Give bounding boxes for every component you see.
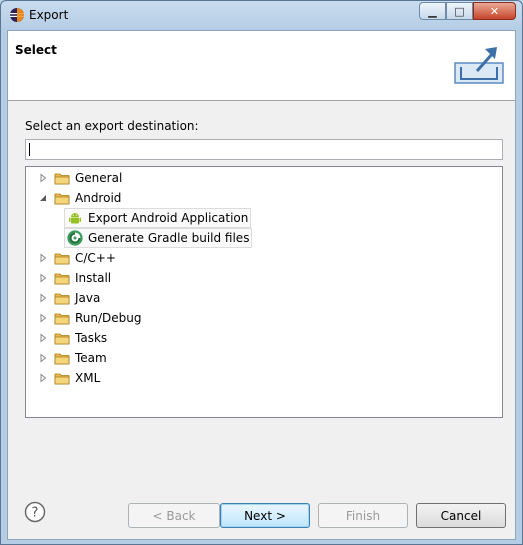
minimize-button[interactable]: ▁ (419, 2, 446, 20)
minimize-icon: ▁ (428, 4, 437, 18)
tree-item-android[interactable]: Android (38, 188, 121, 208)
destination-tree[interactable]: General Android Export Android Application… (25, 166, 503, 418)
title-bar[interactable]: Export ▁ □ ✕ (1, 1, 522, 30)
help-icon: ? (32, 506, 39, 521)
export-destination-label: Select an export destination: (25, 119, 199, 133)
back-button[interactable]: < Back (128, 503, 220, 528)
tree-leaf-export-android-application[interactable]: Export Android Application (64, 208, 252, 228)
collapsed-arrow-icon[interactable] (38, 333, 48, 343)
tree-item-label: General (75, 171, 123, 185)
tree-item-label: Tasks (75, 331, 108, 345)
export-dialog: Export ▁ □ ✕ Select Select an export des… (0, 0, 523, 545)
collapsed-arrow-icon[interactable] (38, 353, 48, 363)
tree-item-java[interactable]: Java (38, 288, 100, 308)
tree-item-label: C/C++ (75, 251, 116, 265)
folder-icon (54, 353, 70, 365)
collapsed-arrow-icon[interactable] (38, 173, 48, 183)
tree-item-tasks[interactable]: Tasks (38, 328, 107, 348)
tree-leaf-label: Export Android Application (88, 211, 249, 225)
collapsed-arrow-icon[interactable] (38, 273, 48, 283)
window-title: Export (29, 8, 69, 22)
folder-icon (54, 273, 70, 285)
expanded-arrow-icon[interactable] (38, 193, 48, 203)
tree-leaf-box[interactable]: Generate Gradle build files (64, 228, 253, 248)
tree-item-label: Install (75, 271, 112, 285)
folder-icon (54, 193, 70, 205)
text-caret (29, 143, 30, 156)
tree-leaf-generate-gradle-build-files[interactable]: Generate Gradle build files (64, 228, 253, 248)
gradle-icon (67, 230, 83, 246)
export-wizard-icon (454, 47, 504, 84)
android-icon (69, 213, 81, 224)
tree-item-team[interactable]: Team (38, 348, 107, 368)
folder-icon (54, 313, 70, 325)
close-button[interactable]: ✕ (473, 2, 516, 20)
close-icon: ✕ (489, 4, 500, 18)
tree-item-label: Android (75, 191, 122, 205)
tree-item-label: XML (75, 371, 101, 385)
tree-leaf-box[interactable]: Export Android Application (64, 208, 252, 228)
folder-icon (54, 373, 70, 385)
next-button[interactable]: Next > (220, 503, 310, 528)
collapsed-arrow-icon[interactable] (38, 253, 48, 263)
folder-icon (54, 333, 70, 345)
maximize-button[interactable]: □ (446, 2, 473, 20)
collapsed-arrow-icon[interactable] (38, 313, 48, 323)
collapsed-arrow-icon[interactable] (38, 293, 48, 303)
cancel-button[interactable]: Cancel (416, 503, 506, 528)
tree-item-c-c-[interactable]: C/C++ (38, 248, 116, 268)
tree-leaf-label: Generate Gradle build files (88, 231, 250, 245)
tree-item-xml[interactable]: XML (38, 368, 100, 388)
finish-button[interactable]: Finish (318, 503, 408, 528)
collapsed-arrow-icon[interactable] (38, 373, 48, 383)
tree-item-label: Team (75, 351, 107, 365)
tree-item-install[interactable]: Install (38, 268, 111, 288)
tree-item-run-debug[interactable]: Run/Debug (38, 308, 142, 328)
wizard-header: Select (8, 31, 515, 101)
filter-input[interactable] (25, 139, 503, 160)
folder-icon (54, 293, 70, 305)
maximize-icon: □ (454, 4, 465, 18)
dialog-body: Select Select an export destination: Gen… (7, 30, 516, 540)
window-controls: ▁ □ ✕ (419, 2, 516, 20)
folder-icon (54, 173, 70, 185)
help-button[interactable]: ? (24, 501, 46, 523)
page-title: Select (15, 43, 57, 57)
tree-item-general[interactable]: General (38, 168, 122, 188)
tree-item-label: Java (75, 291, 101, 305)
eclipse-icon (10, 8, 24, 22)
folder-icon (54, 253, 70, 265)
tree-item-label: Run/Debug (75, 311, 142, 325)
